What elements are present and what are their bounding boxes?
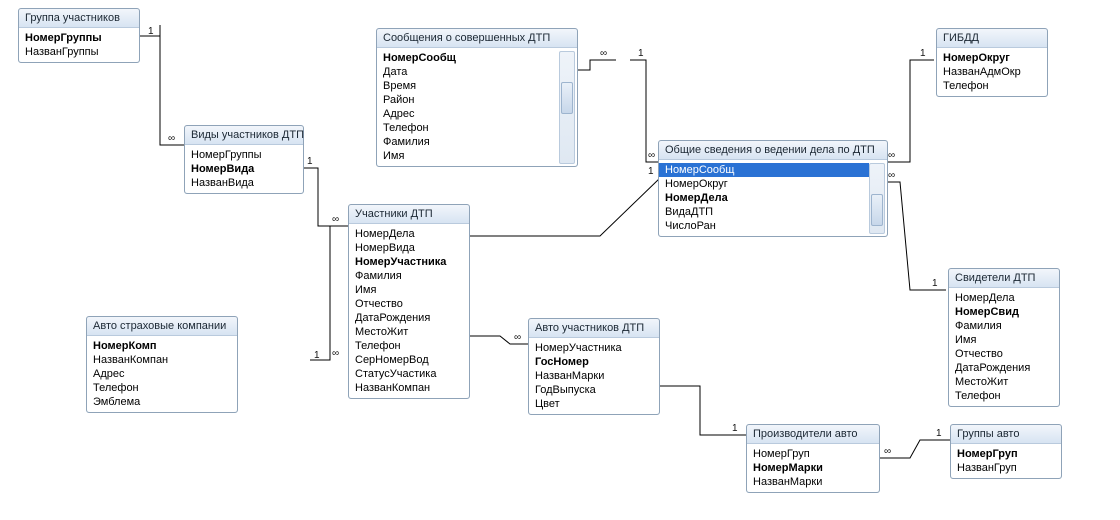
field-Дата[interactable]: Дата	[377, 65, 559, 79]
entity-title: Авто участников ДТП	[529, 319, 659, 338]
er-diagram-canvas: 1 1 1 1 1 1 1 1 1 1 1 Группа участниковН…	[0, 0, 1120, 520]
field-Телефон[interactable]: Телефон	[949, 389, 1059, 403]
field-Имя[interactable]: Имя	[949, 333, 1059, 347]
field-НомерКомп[interactable]: НомерКомп	[87, 339, 237, 353]
field-МестоЖит[interactable]: МестоЖит	[949, 375, 1059, 389]
entity-body: НомерУчастникаГосНомерНазванМаркиГодВыпу…	[529, 338, 659, 414]
entity-body: НомерКомпНазванКомпанАдресТелефонЭмблема	[87, 336, 237, 412]
field-НазванГруппы[interactable]: НазванГруппы	[19, 45, 139, 59]
field-Эмблема[interactable]: Эмблема	[87, 395, 237, 409]
field-СтатусУчастика[interactable]: СтатусУчастика	[349, 367, 469, 381]
entity-body: НомерОкругНазванАдмОкрТелефон	[937, 48, 1047, 96]
entity-title: Общие сведения о ведении дела по ДТП	[659, 141, 887, 160]
field-Отчество[interactable]: Отчество	[949, 347, 1059, 361]
field-НазванАдмОкр[interactable]: НазванАдмОкр	[937, 65, 1047, 79]
entity-title: Авто страховые компании	[87, 317, 237, 336]
field-Телефон[interactable]: Телефон	[937, 79, 1047, 93]
entity-witness[interactable]: Свидетели ДТПНомерДелаНомерСвидФамилияИм…	[948, 268, 1060, 407]
field-ГосНомер[interactable]: ГосНомер	[529, 355, 659, 369]
entity-body: НомерГруппыНазванГруппы	[19, 28, 139, 62]
scrollbar[interactable]	[869, 163, 885, 234]
field-НомерГруп[interactable]: НомерГруп	[747, 447, 879, 461]
entity-title: Группы авто	[951, 425, 1061, 444]
field-Отчество[interactable]: Отчество	[349, 297, 469, 311]
field-ГодВыпуска[interactable]: ГодВыпуска	[529, 383, 659, 397]
entity-pauto[interactable]: Авто участников ДТПНомерУчастникаГосНоме…	[528, 318, 660, 415]
field-НомерДела[interactable]: НомерДела	[349, 227, 469, 241]
field-Телефон[interactable]: Телефон	[377, 121, 559, 135]
field-СерНомерВод[interactable]: СерНомерВод	[349, 353, 469, 367]
entity-body: НомерГруппыНомерВидаНазванВида	[185, 145, 303, 193]
entity-body: НомерГрупНомерМаркиНазванМарки	[747, 444, 879, 492]
entity-title: Участники ДТП	[349, 205, 469, 224]
field-НомерСообщ[interactable]: НомерСообщ	[659, 163, 869, 177]
field-НомерГруп[interactable]: НомерГруп	[951, 447, 1061, 461]
field-Адрес[interactable]: Адрес	[87, 367, 237, 381]
field-НомерВида[interactable]: НомерВида	[185, 162, 303, 176]
field-Адрес[interactable]: Адрес	[377, 107, 559, 121]
field-Имя[interactable]: Имя	[377, 149, 559, 163]
entity-title: Производители авто	[747, 425, 879, 444]
field-НомерСвид[interactable]: НомерСвид	[949, 305, 1059, 319]
field-ЧислоРан[interactable]: ЧислоРан	[659, 219, 869, 233]
entity-body: НомерСообщНомерОкругНомерДелаВидаДТПЧисл…	[659, 160, 887, 236]
field-НомерОкруг[interactable]: НомерОкруг	[937, 51, 1047, 65]
entity-title: Группа участников	[19, 9, 139, 28]
field-НазванКомпан[interactable]: НазванКомпан	[349, 381, 469, 395]
field-Фамилия[interactable]: Фамилия	[377, 135, 559, 149]
field-НомерУчастника[interactable]: НомерУчастника	[529, 341, 659, 355]
field-Фамилия[interactable]: Фамилия	[349, 269, 469, 283]
field-МестоЖит[interactable]: МестоЖит	[349, 325, 469, 339]
entity-body: НомерДелаНомерСвидФамилияИмяОтчествоДата…	[949, 288, 1059, 406]
entity-title: Виды участников ДТП	[185, 126, 303, 145]
entity-insurers[interactable]: Авто страховые компанииНомерКомпНазванКо…	[86, 316, 238, 413]
field-Телефон[interactable]: Телефон	[349, 339, 469, 353]
entity-case[interactable]: Общие сведения о ведении дела по ДТПНоме…	[658, 140, 888, 237]
field-НазванМарки[interactable]: НазванМарки	[529, 369, 659, 383]
scrollbar-thumb[interactable]	[561, 82, 573, 114]
field-НазванВида[interactable]: НазванВида	[185, 176, 303, 190]
entity-gibdd[interactable]: ГИБДДНомерОкругНазванАдмОкрТелефон	[936, 28, 1048, 97]
scrollbar[interactable]	[559, 51, 575, 164]
field-НомерМарки[interactable]: НомерМарки	[747, 461, 879, 475]
field-НомерГруппы[interactable]: НомерГруппы	[185, 148, 303, 162]
field-НомерОкруг[interactable]: НомерОкруг	[659, 177, 869, 191]
field-НазванМарки[interactable]: НазванМарки	[747, 475, 879, 489]
field-Время[interactable]: Время	[377, 79, 559, 93]
entity-title: Свидетели ДТП	[949, 269, 1059, 288]
field-НомерВида[interactable]: НомерВида	[349, 241, 469, 255]
entity-reports[interactable]: Сообщения о совершенных ДТПНомерСообщДат…	[376, 28, 578, 167]
field-НомерСообщ[interactable]: НомерСообщ	[377, 51, 559, 65]
entity-body: НомерСообщДатаВремяРайонАдресТелефонФами…	[377, 48, 577, 166]
entity-makers[interactable]: Производители автоНомерГрупНомерМаркиНаз…	[746, 424, 880, 493]
entity-kinds[interactable]: Виды участников ДТПНомерГруппыНомерВидаН…	[184, 125, 304, 194]
field-Имя[interactable]: Имя	[349, 283, 469, 297]
entity-title: ГИБДД	[937, 29, 1047, 48]
entity-body: НомерДелаНомерВидаНомерУчастникаФамилияИ…	[349, 224, 469, 398]
field-НомерДела[interactable]: НомерДела	[659, 191, 869, 205]
entity-title: Сообщения о совершенных ДТП	[377, 29, 577, 48]
field-Телефон[interactable]: Телефон	[87, 381, 237, 395]
field-ДатаРождения[interactable]: ДатаРождения	[949, 361, 1059, 375]
field-Район[interactable]: Район	[377, 93, 559, 107]
field-Цвет[interactable]: Цвет	[529, 397, 659, 411]
entity-group[interactable]: Группа участниковНомерГруппыНазванГруппы	[18, 8, 140, 63]
field-НомерДела[interactable]: НомерДела	[949, 291, 1059, 305]
field-ВидаДТП[interactable]: ВидаДТП	[659, 205, 869, 219]
field-НазванКомпан[interactable]: НазванКомпан	[87, 353, 237, 367]
field-НазванГруп[interactable]: НазванГруп	[951, 461, 1061, 475]
entity-body: НомерГрупНазванГруп	[951, 444, 1061, 478]
field-НомерГруппы[interactable]: НомерГруппы	[19, 31, 139, 45]
field-ДатаРождения[interactable]: ДатаРождения	[349, 311, 469, 325]
entity-participants[interactable]: Участники ДТПНомерДелаНомерВидаНомерУчас…	[348, 204, 470, 399]
scrollbar-thumb[interactable]	[871, 194, 883, 226]
field-НомерУчастника[interactable]: НомерУчастника	[349, 255, 469, 269]
field-Фамилия[interactable]: Фамилия	[949, 319, 1059, 333]
entity-autogrp[interactable]: Группы автоНомерГрупНазванГруп	[950, 424, 1062, 479]
